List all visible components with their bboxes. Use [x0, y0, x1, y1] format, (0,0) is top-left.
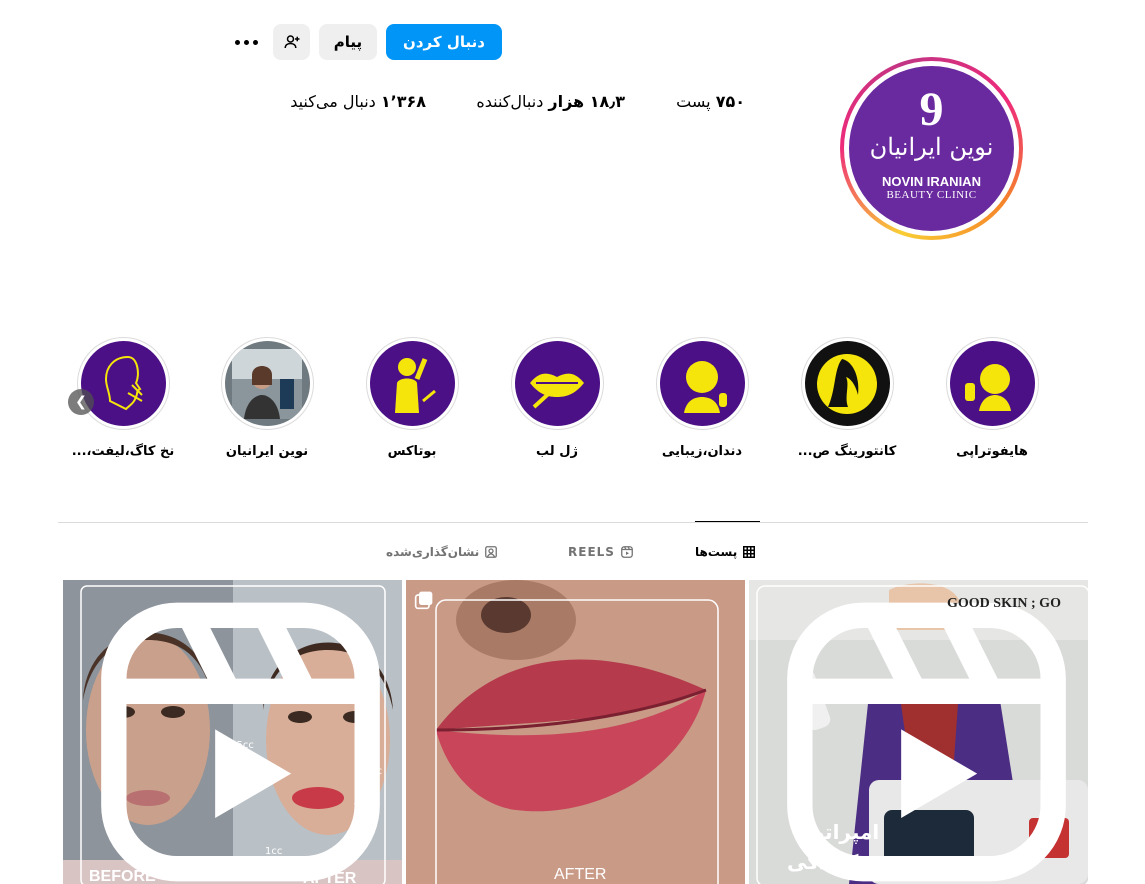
highlight-label: کانتورینگ ص... — [797, 444, 897, 459]
post-thumbnail[interactable]: BEFORE AFTER 1.5cc 1/5cc 1cc 1cc — [63, 580, 402, 884]
profile-avatar[interactable]: 9 نوین ایرانیان NOVIN IRANIAN BEAUTY CLI… — [840, 57, 1023, 240]
highlight-label: بوتاکس — [387, 444, 437, 459]
highlight-label: ژل لب — [536, 444, 578, 459]
tab-tagged[interactable]: نشان‌گذاری‌شده — [386, 543, 498, 561]
chevron-left-icon: ❮ — [75, 394, 87, 410]
more-options-button[interactable] — [228, 24, 264, 60]
lips-image — [406, 580, 745, 884]
carousel-badge-icon — [414, 591, 433, 610]
more-icon — [234, 39, 258, 45]
highlight-hifu[interactable]: هایفوتراپی — [928, 337, 1056, 459]
face-profile-icon — [80, 341, 166, 426]
suggest-user-button[interactable] — [273, 24, 310, 60]
grid-icon — [743, 546, 756, 558]
active-tab-indicator — [695, 521, 760, 522]
face-device-icon — [949, 341, 1035, 426]
tab-reels[interactable]: REELS — [568, 543, 633, 561]
tab-posts[interactable]: پست‌ها — [695, 543, 756, 561]
tab-label: پست‌ها — [695, 545, 738, 559]
reel-badge-icon — [101, 602, 380, 882]
highlight-botox[interactable]: بوتاکس — [348, 337, 476, 459]
face-icon — [659, 341, 745, 426]
contour-icon — [804, 341, 890, 426]
highlight-label: نوین ایرانیان — [225, 444, 309, 459]
highlight-lip-gel[interactable]: ژل لب — [493, 337, 621, 459]
highlight-label: هایفوتراپی — [956, 444, 1028, 459]
highlight-label: دندان،زیبایی — [661, 444, 743, 459]
photo-thumbnail — [224, 341, 310, 426]
lips-icon — [514, 341, 600, 426]
post-thumbnail[interactable]: AFTER — [406, 580, 745, 884]
highlight-label: نخ کاگ،لیفت،... — [71, 444, 175, 459]
following-stat[interactable]: ۱٬۳۶۸ دنبال می‌کنید — [290, 92, 426, 111]
follow-button[interactable]: دنبال کردن — [386, 24, 502, 60]
body-icon — [369, 341, 455, 426]
tab-label: REELS — [568, 545, 615, 559]
posts-stat: ۷۵۰ پست — [676, 92, 745, 111]
reels-icon — [621, 546, 633, 558]
clinic-logo: 9 نوین ایرانیان NOVIN IRANIAN BEAUTY CLI… — [849, 66, 1014, 231]
post-thumbnail[interactable]: GOOD SKIN ; GO امپراتور روشن کنندگی — [749, 580, 1088, 884]
highlights-prev-button[interactable]: ❮ — [68, 389, 94, 415]
message-button[interactable]: پیام — [319, 24, 377, 60]
tagged-icon — [485, 546, 498, 558]
tab-label: نشان‌گذاری‌شده — [386, 545, 480, 559]
tabs-divider — [58, 522, 1088, 523]
highlight-dental[interactable]: دندان،زیبایی — [638, 337, 766, 459]
followers-stat[interactable]: ۱۸٫۳ هزار دنبال‌کننده — [476, 92, 625, 111]
add-user-icon — [284, 35, 299, 49]
highlight-novin-iranian[interactable]: نوین ایرانیان — [203, 337, 331, 459]
highlight-contouring[interactable]: کانتورینگ ص... — [783, 337, 911, 459]
